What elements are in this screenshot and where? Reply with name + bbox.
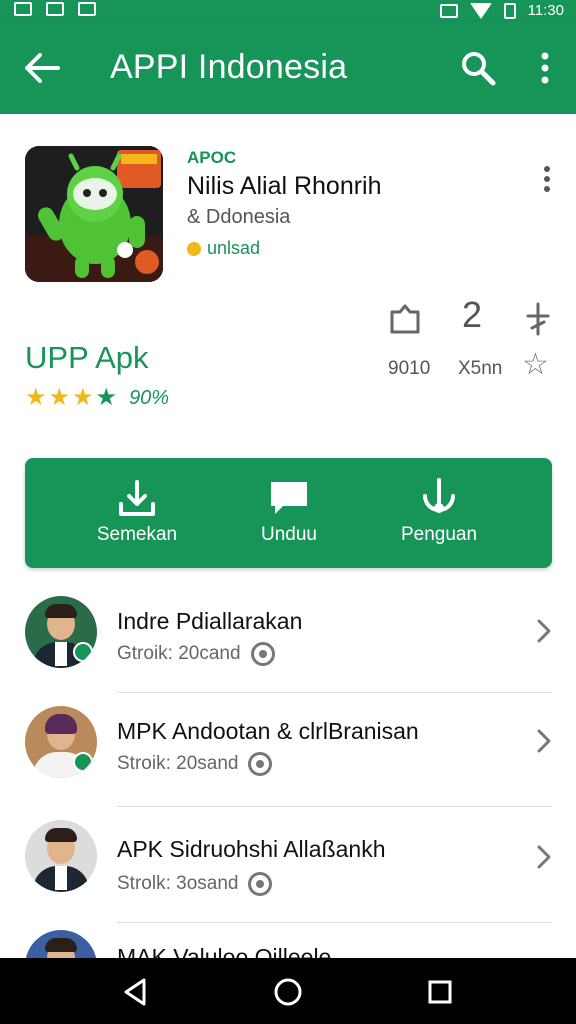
star-icon: ★ bbox=[48, 384, 71, 411]
navigation-bar bbox=[0, 958, 576, 1024]
chevron-right-icon bbox=[537, 619, 551, 643]
avatar bbox=[25, 820, 97, 892]
action-label: Semekan bbox=[96, 524, 178, 545]
app-bar: APPI Indonesia bbox=[0, 22, 576, 114]
rating-row: ★ ★ ★ ★ 90% bbox=[25, 386, 169, 410]
count-label: X5nn bbox=[458, 358, 503, 379]
back-arrow-icon[interactable] bbox=[22, 50, 62, 86]
list-item[interactable]: MPK Andootan & clrlBranisan Stroik: 20sa… bbox=[0, 706, 576, 822]
list-item-title: MPK Andootan & clrlBranisan bbox=[117, 718, 419, 744]
list-item-title: MAK Valuloo Oilleele bbox=[117, 944, 332, 958]
star-icon: ★ bbox=[95, 384, 118, 411]
image-icon bbox=[14, 2, 32, 16]
touch-icon bbox=[423, 478, 455, 513]
app-subtitle: & Ddonesia bbox=[187, 206, 291, 228]
avatar-hair bbox=[45, 828, 77, 842]
more-vert-icon[interactable] bbox=[536, 164, 558, 194]
avatar-hair bbox=[45, 604, 77, 618]
list-item-meta-text: Gtroik: 20cand bbox=[117, 643, 241, 664]
android-mascot-icon bbox=[25, 146, 163, 282]
time-icon bbox=[250, 642, 275, 666]
search-icon[interactable] bbox=[460, 50, 496, 86]
wifi-icon bbox=[469, 2, 492, 19]
avatar-badge-icon bbox=[73, 642, 93, 662]
home-nav-icon[interactable] bbox=[272, 976, 304, 1008]
mute-icon bbox=[439, 3, 458, 18]
avatar-badge-icon bbox=[73, 752, 93, 772]
count-number: 2 bbox=[462, 294, 483, 335]
badge-dot-icon bbox=[187, 241, 201, 256]
app-bar-title: APPI Indonesia bbox=[110, 48, 348, 86]
action-unduu-button[interactable]: Unduu bbox=[209, 458, 369, 568]
list-item[interactable]: MAK Valuloo Oilleele bbox=[0, 930, 576, 958]
star-icon: ★ bbox=[25, 384, 47, 411]
pin-icon[interactable] bbox=[522, 302, 554, 336]
brand-title: UPP Apk bbox=[25, 340, 149, 375]
share-icon[interactable] bbox=[388, 302, 422, 336]
list-item-meta: Gtroik: 20cand bbox=[117, 642, 275, 666]
action-label: Penguan bbox=[400, 524, 478, 545]
action-label: Unduu bbox=[261, 524, 317, 545]
divider bbox=[117, 692, 552, 693]
action-banner: Semekan Unduu Penguan bbox=[25, 458, 552, 568]
status-bar: 11:30 bbox=[0, 0, 576, 22]
list-item-meta: Strolk: 3osand bbox=[117, 872, 273, 896]
download-icon bbox=[78, 2, 96, 16]
rating-percent: 90% bbox=[129, 386, 170, 409]
avatar bbox=[25, 930, 97, 958]
avatar-hair bbox=[45, 938, 77, 952]
avatar-hair bbox=[45, 714, 77, 734]
badge-label: unlsad bbox=[207, 238, 261, 258]
list-item-meta-text: Stroik: 20sand bbox=[117, 753, 239, 774]
notification-icon bbox=[46, 2, 64, 16]
list-item-title: Indre Pdiallarakan bbox=[117, 608, 303, 634]
recents-nav-icon[interactable] bbox=[424, 976, 456, 1008]
avatar bbox=[25, 596, 97, 668]
list-item[interactable]: Indre Pdiallarakan Gtroik: 20cand bbox=[0, 596, 576, 712]
chevron-right-icon bbox=[537, 845, 551, 869]
divider bbox=[117, 922, 552, 923]
app-icon[interactable] bbox=[25, 146, 163, 282]
list-item-title: APK Sidruohshi Allaßankh bbox=[117, 836, 386, 862]
back-nav-icon[interactable] bbox=[120, 976, 152, 1008]
chevron-right-icon bbox=[537, 729, 551, 753]
star-icon: ★ bbox=[72, 384, 94, 411]
app-name: Nilis Alial Rhonrih bbox=[187, 172, 382, 200]
list-item-meta-text: Strolk: 3osand bbox=[117, 873, 239, 894]
divider bbox=[117, 806, 552, 807]
time-icon bbox=[248, 872, 273, 896]
battery-icon bbox=[503, 2, 516, 19]
more-vert-icon[interactable] bbox=[530, 50, 560, 86]
status-badge: unlsad bbox=[187, 238, 260, 259]
avatar-shirt bbox=[55, 642, 67, 666]
action-semekan-button[interactable]: Semekan bbox=[57, 458, 217, 568]
download-box-icon bbox=[119, 480, 155, 516]
chat-bubble-icon bbox=[271, 482, 307, 514]
action-penguan-button[interactable]: Penguan bbox=[359, 458, 519, 568]
share-value: 9010 bbox=[388, 358, 431, 379]
developer-tag[interactable]: APOC bbox=[187, 148, 236, 168]
avatar bbox=[25, 706, 97, 778]
clock: 11:30 bbox=[527, 2, 564, 19]
time-icon bbox=[248, 752, 273, 776]
favorite-star-icon[interactable]: ☆ bbox=[522, 350, 549, 380]
list-item-meta: Stroik: 20sand bbox=[117, 752, 273, 776]
app-header: APOC Nilis Alial Rhonrih & Ddonesia unls… bbox=[0, 114, 576, 444]
avatar-shirt bbox=[55, 866, 67, 890]
list-item[interactable]: APK Sidruohshi Allaßankh Strolk: 3osand bbox=[0, 820, 576, 936]
